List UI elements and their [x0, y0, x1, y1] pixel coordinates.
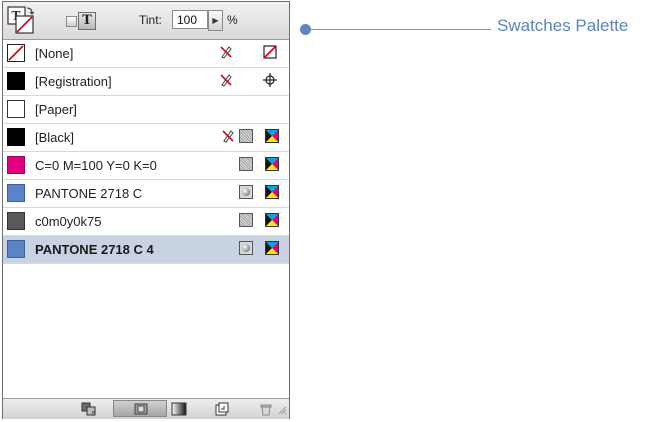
swatch-name: c0m0y0k75 — [35, 214, 102, 229]
cmyk-icon — [265, 213, 279, 227]
tint-input[interactable] — [172, 10, 208, 29]
swatch-row-pantone-2718[interactable]: PANTONE 2718 C — [3, 180, 289, 208]
swatch-row-pantone-2718-4[interactable]: PANTONE 2718 C 4 — [3, 236, 289, 264]
swatch-row-black[interactable]: [Black] — [3, 124, 289, 152]
new-swatch-icon[interactable] — [215, 402, 229, 416]
registration-icon — [263, 73, 277, 87]
swatch-row-none[interactable]: [None] — [3, 40, 289, 68]
tint-label: Tint: — [139, 13, 162, 27]
swatch-chip-black — [7, 128, 25, 146]
show-all-swatches-icon[interactable]: B — [81, 402, 97, 416]
swatches-toolbar: T T Tint: ▶ % — [3, 2, 289, 40]
swatch-chip-paper — [7, 100, 25, 118]
swatch-name: [Registration] — [35, 74, 112, 89]
no-edit-icon — [220, 74, 232, 87]
swatches-bottom-bar: B — [3, 398, 289, 419]
swatch-name: PANTONE 2718 C 4 — [35, 242, 154, 257]
swatch-chip-magenta — [7, 156, 25, 174]
swatch-name: C=0 M=100 Y=0 K=0 — [35, 158, 157, 173]
no-edit-icon — [222, 130, 234, 143]
swatch-name: [Paper] — [35, 102, 77, 117]
cmyk-icon — [265, 185, 279, 199]
delete-swatch-icon[interactable] — [259, 402, 273, 416]
cmyk-icon — [265, 241, 279, 255]
process-icon — [239, 129, 253, 143]
swatches-panel: T T Tint: ▶ % [None] — [2, 1, 290, 419]
percent-label: % — [227, 13, 238, 27]
swatch-chip-pantone — [7, 184, 25, 202]
none-icon — [263, 45, 277, 59]
callout-label: Swatches Palette — [497, 16, 629, 35]
swatch-name: [None] — [35, 46, 74, 61]
color-swatches-icon — [134, 403, 148, 415]
formatting-container-toggle[interactable] — [66, 16, 77, 27]
formatting-text-toggle[interactable]: T — [78, 12, 96, 30]
resize-grip-icon[interactable] — [277, 405, 287, 415]
spot-icon — [239, 241, 253, 255]
swatch-name: PANTONE 2718 C — [35, 186, 143, 201]
swatch-name: [Black] — [35, 130, 75, 145]
swatch-chip-gray — [7, 212, 25, 230]
swatch-chip-none — [7, 44, 25, 62]
process-icon — [239, 157, 253, 171]
swatch-row-registration[interactable]: [Registration] — [3, 68, 289, 96]
cmyk-icon — [265, 157, 279, 171]
fill-stroke-icon[interactable]: T — [6, 5, 36, 35]
swatch-list: [None] [Registration] [Paper] [Black] C=… — [3, 40, 289, 398]
swatch-row-gray[interactable]: c0m0y0k75 — [3, 208, 289, 236]
tint-stepper-button[interactable]: ▶ — [208, 10, 223, 31]
spot-icon — [239, 185, 253, 199]
callout-dot — [300, 24, 311, 35]
no-edit-icon — [220, 46, 232, 59]
swatch-chip-registration — [7, 72, 25, 90]
callout-line — [305, 29, 491, 30]
show-color-swatches-button[interactable] — [113, 400, 167, 417]
swatch-chip-pantone — [7, 240, 25, 258]
show-gradient-swatches-icon[interactable] — [171, 402, 187, 416]
cmyk-icon — [265, 129, 279, 143]
swatch-row-magenta[interactable]: C=0 M=100 Y=0 K=0 — [3, 152, 289, 180]
process-icon — [239, 213, 253, 227]
swatch-row-paper[interactable]: [Paper] — [3, 96, 289, 124]
